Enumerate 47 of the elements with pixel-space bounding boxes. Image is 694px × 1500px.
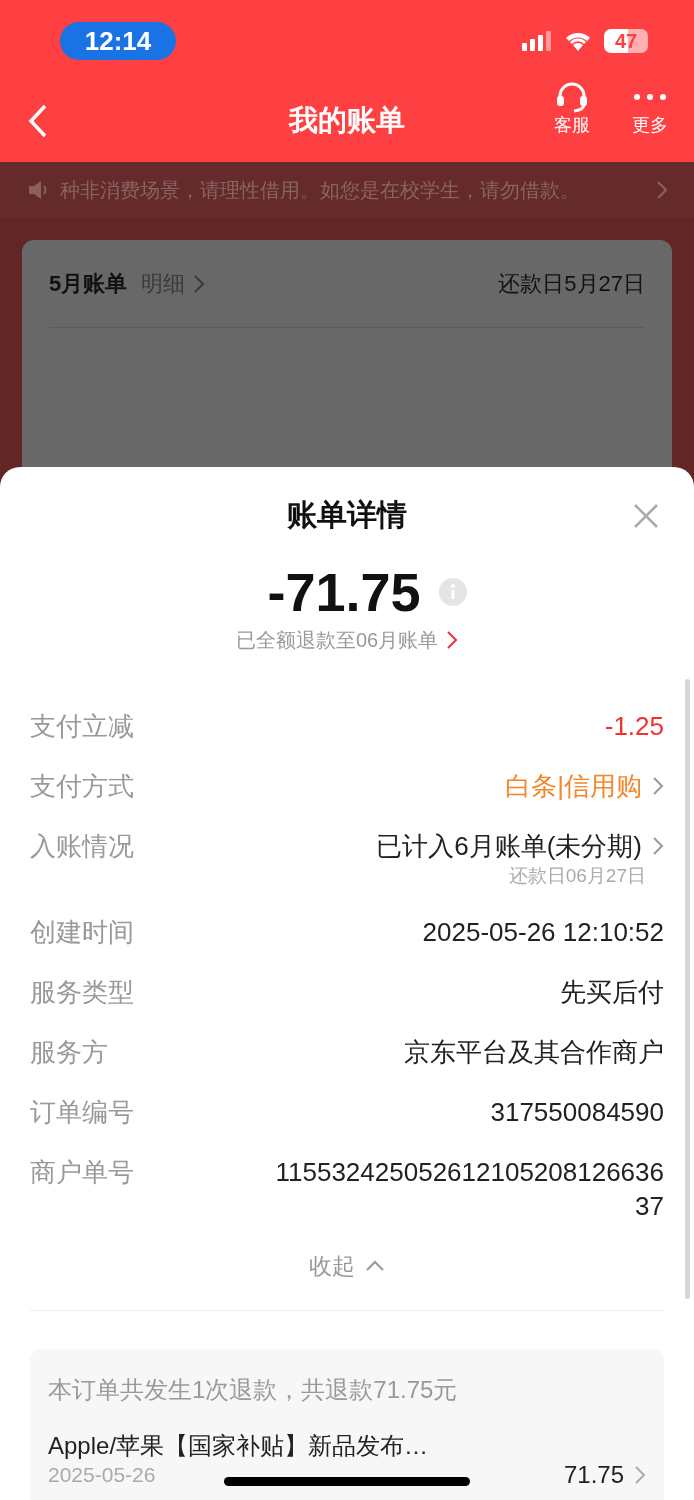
headset-icon	[555, 82, 589, 114]
field-label: 创建时间	[30, 916, 134, 949]
field-label: 订单编号	[30, 1096, 134, 1129]
chevron-icon	[652, 776, 664, 796]
field-label: 服务方	[30, 1036, 108, 1069]
wifi-icon	[564, 30, 592, 52]
due-date: 还款日5月27日	[498, 270, 645, 298]
amount: -71.75	[267, 561, 421, 623]
status-time: 12:14	[60, 22, 176, 60]
customer-service-button[interactable]: 客服	[548, 82, 596, 136]
field-value: 317550084590	[490, 1096, 664, 1129]
close-icon[interactable]	[633, 503, 659, 529]
more-button[interactable]: 更多	[626, 82, 674, 136]
field-label: 入账情况	[30, 830, 134, 863]
chevron-icon	[634, 1464, 646, 1485]
field-value[interactable]: 已计入6月账单(未分期)	[376, 829, 642, 863]
chevron-icon	[193, 273, 206, 294]
page-title: 我的账单	[289, 103, 405, 139]
field-note: 还款日06月27日	[508, 864, 646, 888]
more-icon	[634, 94, 666, 100]
field-label: 商户单号	[30, 1156, 134, 1189]
field-value: 11553242505261210520812663637	[274, 1156, 664, 1223]
collapse-button[interactable]: 收起	[309, 1249, 385, 1284]
chevron-icon	[446, 630, 459, 650]
battery-level: 47	[604, 29, 648, 53]
sheet-title: 账单详情	[287, 497, 407, 533]
field-label: 支付立减	[30, 710, 134, 743]
refund-date: 2025-05-26	[48, 1461, 156, 1488]
refund-item-name[interactable]: Apple/苹果【国家补贴】新品发布…	[48, 1430, 429, 1461]
chevron-icon	[652, 836, 664, 856]
chevron-up-icon	[365, 1260, 385, 1273]
signal-icon	[522, 29, 552, 53]
chevron-icon	[656, 180, 668, 200]
field-value: 先买后付	[560, 976, 664, 1009]
field-value: -1.25	[604, 710, 664, 743]
field-value: 京东平台及其合作商户	[404, 1036, 664, 1069]
bill-month: 5月账单	[49, 270, 128, 298]
info-icon[interactable]	[438, 578, 467, 606]
notice-text: 种非消费场景，请理性借用。如您是在校学生，请勿借款。	[60, 178, 581, 203]
field-label: 服务类型	[30, 976, 134, 1009]
refund-summary: 本订单共发生1次退款，共退款71.75元	[48, 1374, 459, 1405]
refund-link[interactable]: 已全额退款至06月账单	[235, 625, 459, 655]
refund-amount: 71.75	[563, 1459, 624, 1490]
field-value: 2025-05-26 12:10:52	[422, 916, 664, 949]
field-value[interactable]: 白条|信用购	[505, 769, 642, 803]
back-icon[interactable]	[28, 104, 48, 138]
field-label: 支付方式	[30, 770, 134, 803]
